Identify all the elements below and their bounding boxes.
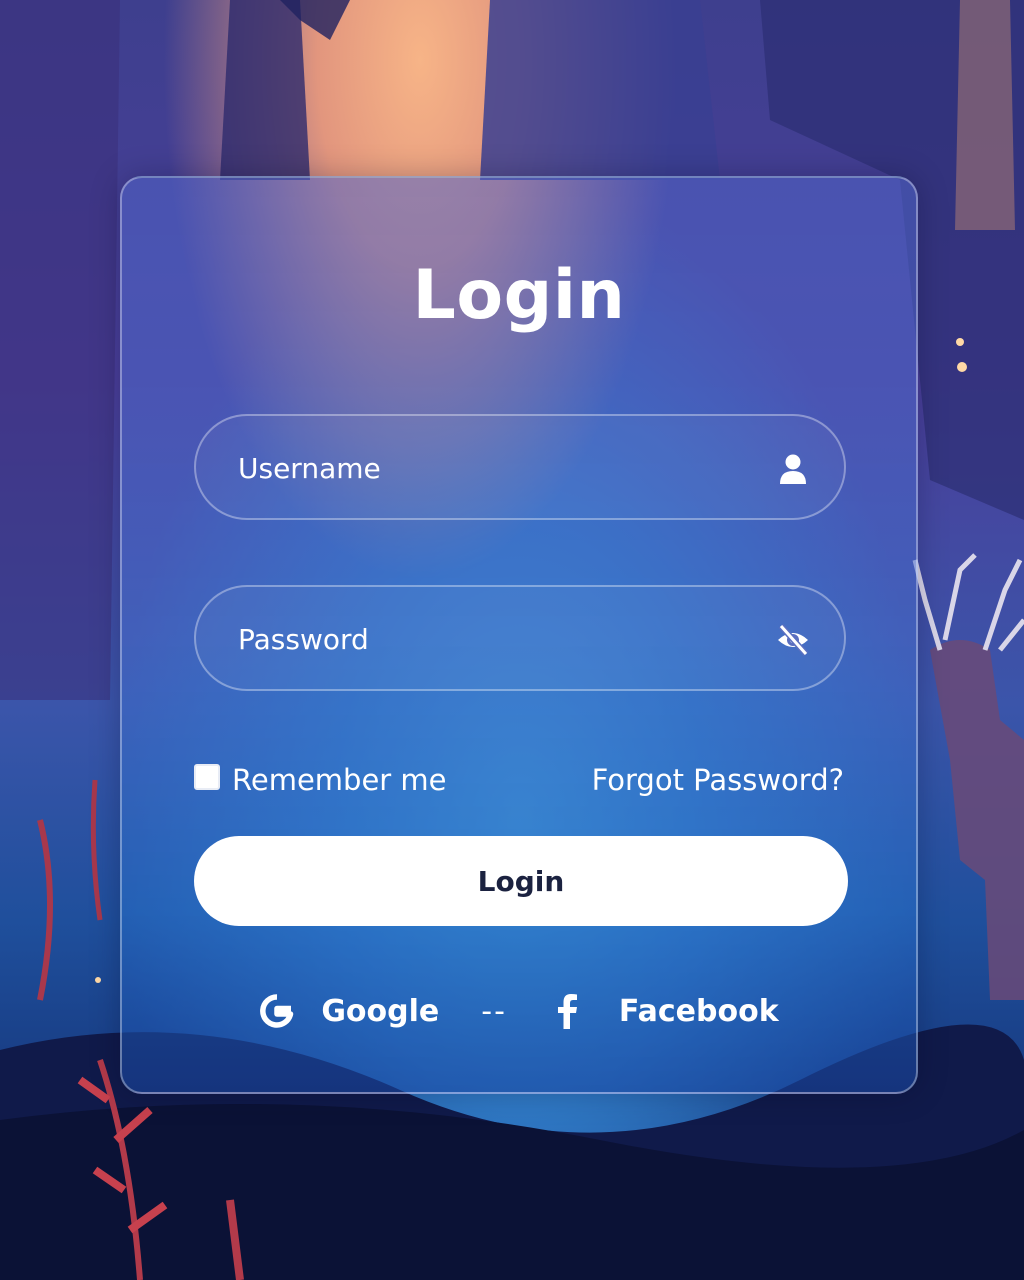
remember-label: Remember me — [232, 763, 447, 797]
login-page: Login Remember me Forgot Password? Logi — [0, 0, 1024, 1280]
remember-checkbox[interactable] — [194, 764, 220, 790]
username-field[interactable] — [194, 414, 846, 520]
login-card: Login Remember me Forgot Password? Logi — [120, 176, 918, 1094]
password-field[interactable] — [194, 585, 846, 691]
social-login: Google -- Facebook — [122, 986, 916, 1036]
remember-me[interactable]: Remember me — [194, 760, 447, 800]
login-button[interactable]: Login — [194, 836, 848, 926]
eye-slash-icon[interactable] — [776, 623, 810, 657]
forgot-password-link[interactable]: Forgot Password? — [592, 760, 844, 800]
facebook-login[interactable]: Facebook — [555, 993, 779, 1029]
google-label: Google — [321, 993, 440, 1029]
username-input[interactable] — [236, 416, 760, 520]
facebook-icon — [557, 994, 577, 1029]
facebook-label: Facebook — [618, 993, 779, 1029]
google-login[interactable]: Google — [259, 993, 439, 1029]
google-icon — [260, 994, 294, 1028]
login-title: Login — [412, 256, 626, 335]
user-icon — [780, 454, 806, 484]
password-input[interactable] — [236, 587, 760, 691]
social-separator: -- — [481, 993, 507, 1029]
